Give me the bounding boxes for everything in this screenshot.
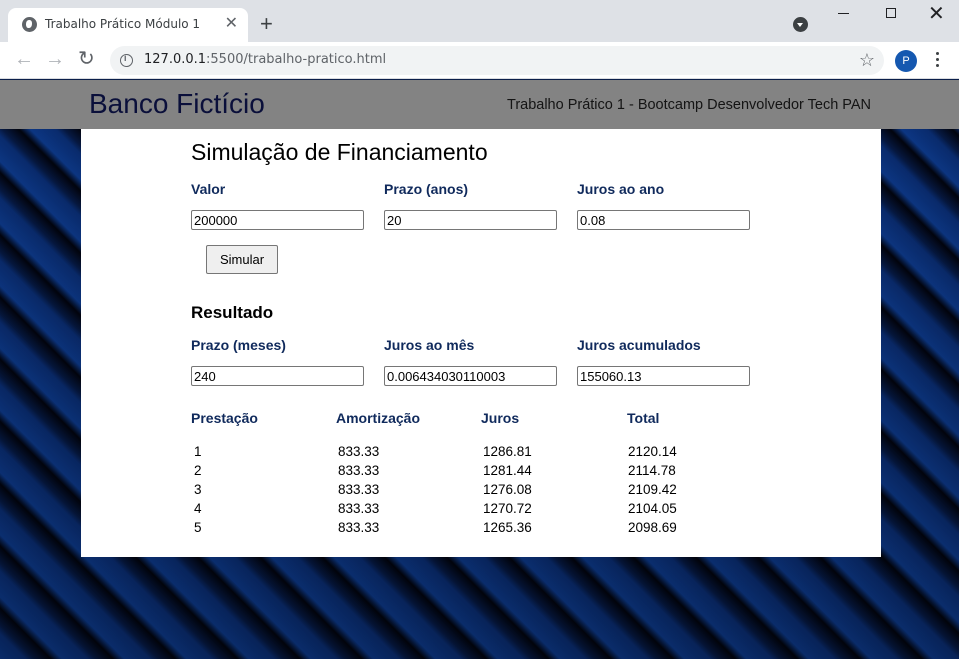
cell-amortizacao: 833.33 bbox=[338, 463, 380, 478]
cell-prestacao: 5 bbox=[194, 520, 202, 535]
col-amortizacao: Amortização bbox=[336, 410, 421, 426]
new-tab-icon[interactable]: + bbox=[260, 12, 273, 36]
juros-acumulados-label: Juros acumulados bbox=[577, 337, 701, 353]
address-bar[interactable]: 127.0.0.1:5500/trabalho-pratico.html ☆ bbox=[110, 46, 884, 75]
minimize-icon[interactable] bbox=[838, 13, 849, 14]
cell-total: 2109.42 bbox=[628, 482, 677, 497]
browser-tabstrip: Trabalho Prático Módulo 1 ✕ + ✕ bbox=[0, 0, 959, 42]
maximize-icon[interactable] bbox=[886, 8, 896, 18]
cell-amortizacao: 833.33 bbox=[338, 444, 380, 459]
juros-mes-field[interactable] bbox=[384, 366, 557, 386]
globe-icon bbox=[22, 17, 37, 32]
cell-juros: 1270.72 bbox=[483, 501, 532, 516]
close-tab-icon[interactable]: ✕ bbox=[225, 14, 238, 34]
valor-label: Valor bbox=[191, 181, 226, 197]
col-total: Total bbox=[627, 410, 660, 426]
back-icon[interactable]: ← bbox=[14, 48, 34, 70]
site-info-icon[interactable] bbox=[120, 53, 133, 67]
prazo-anos-label: Prazo (anos) bbox=[384, 181, 469, 197]
window-close-icon[interactable]: ✕ bbox=[928, 2, 945, 24]
reload-icon[interactable]: ↻ bbox=[78, 48, 95, 70]
juros-mes-label: Juros ao mês bbox=[384, 337, 475, 353]
result-title: Resultado bbox=[191, 303, 274, 322]
url-path: :5500/trabalho-pratico.html bbox=[206, 52, 387, 67]
bookmark-star-icon[interactable]: ☆ bbox=[859, 50, 875, 70]
url-host: 127.0.0.1 bbox=[144, 52, 207, 67]
cell-prestacao: 3 bbox=[194, 482, 202, 497]
cell-prestacao: 2 bbox=[194, 463, 202, 478]
cell-total: 2120.14 bbox=[628, 444, 677, 459]
header-subtitle: Trabalho Prático 1 - Bootcamp Desenvolve… bbox=[507, 97, 872, 113]
brand-title: Banco Fictício bbox=[89, 88, 265, 119]
juros-ano-label: Juros ao ano bbox=[577, 181, 665, 197]
cell-amortizacao: 833.33 bbox=[338, 482, 380, 497]
cell-juros: 1286.81 bbox=[483, 444, 532, 459]
browser-toolbar: ← → ↻ 127.0.0.1:5500/trabalho-pratico.ht… bbox=[0, 42, 959, 79]
cell-prestacao: 1 bbox=[194, 444, 202, 459]
valor-input[interactable] bbox=[191, 210, 364, 230]
cell-prestacao: 4 bbox=[194, 501, 202, 516]
cell-juros: 1265.36 bbox=[483, 520, 532, 535]
prazo-meses-field[interactable] bbox=[191, 366, 364, 386]
tab-search-icon[interactable] bbox=[793, 17, 808, 32]
tab-title: Trabalho Prático Módulo 1 bbox=[45, 17, 201, 31]
url-text[interactable]: 127.0.0.1:5500/trabalho-pratico.html bbox=[144, 52, 386, 67]
simular-button[interactable]: Simular bbox=[206, 245, 278, 274]
page-viewport: Banco Fictício Trabalho Prático 1 - Boot… bbox=[0, 80, 959, 659]
profile-avatar[interactable]: P bbox=[895, 50, 917, 72]
juros-ano-input[interactable] bbox=[577, 210, 750, 230]
cell-amortizacao: 833.33 bbox=[338, 520, 380, 535]
browser-menu-icon[interactable] bbox=[936, 52, 940, 70]
forward-icon[interactable]: → bbox=[45, 48, 65, 70]
col-prestacao: Prestação bbox=[191, 410, 258, 426]
prazo-anos-input[interactable] bbox=[384, 210, 557, 230]
cell-total: 2104.05 bbox=[628, 501, 677, 516]
cell-total: 2098.69 bbox=[628, 520, 677, 535]
site-header: Banco Fictício Trabalho Prático 1 - Boot… bbox=[0, 80, 959, 129]
col-juros: Juros bbox=[481, 410, 520, 426]
simulation-card: Simulação de Financiamento Valor Prazo (… bbox=[81, 129, 881, 557]
cell-amortizacao: 833.33 bbox=[338, 501, 380, 516]
cell-juros: 1276.08 bbox=[483, 482, 532, 497]
page-title: Simulação de Financiamento bbox=[191, 139, 488, 165]
juros-acumulados-field[interactable] bbox=[577, 366, 750, 386]
prazo-meses-label: Prazo (meses) bbox=[191, 337, 286, 353]
browser-tab[interactable]: Trabalho Prático Módulo 1 ✕ bbox=[8, 8, 248, 42]
cell-juros: 1281.44 bbox=[483, 463, 532, 478]
cell-total: 2114.78 bbox=[628, 463, 676, 478]
